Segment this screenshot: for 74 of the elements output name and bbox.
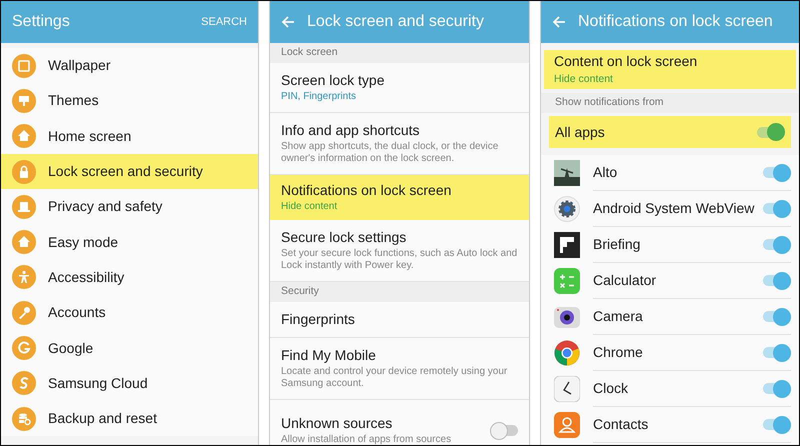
item-title: Secure lock settings bbox=[281, 229, 408, 246]
settings-item[interactable]: Accessibility bbox=[1, 260, 258, 296]
settings-item[interactable]: Samsung Cloud bbox=[1, 366, 258, 401]
letter-s-icon bbox=[12, 371, 36, 396]
item-title: Info and app shortcuts bbox=[281, 122, 421, 139]
person-icon bbox=[12, 265, 36, 290]
app-name: Alto bbox=[593, 163, 618, 182]
app-name: Calculator bbox=[593, 271, 656, 290]
home-icon bbox=[12, 124, 36, 148]
settings-item[interactable]: Easy mode bbox=[1, 224, 258, 260]
app-name: Contacts bbox=[593, 415, 648, 434]
database-icon bbox=[12, 406, 36, 431]
settings-item[interactable]: Screen lock type PIN, Fingerprints bbox=[270, 63, 529, 113]
settings-item[interactable]: Accounts bbox=[1, 295, 258, 330]
item-summary: Set your secure lock functions, such as Auto lock and Lock instantly with Power key. bbox=[281, 248, 518, 272]
app-name: Camera bbox=[593, 307, 643, 326]
flag-icon bbox=[554, 232, 580, 258]
section-header: Show notifications from bbox=[541, 93, 799, 113]
item-title: Unknown sources bbox=[281, 415, 394, 432]
chrome-icon bbox=[554, 340, 580, 366]
key-icon bbox=[12, 300, 36, 325]
calculator-icon bbox=[554, 268, 580, 294]
toggle-switch[interactable] bbox=[763, 236, 791, 254]
toggle-switch[interactable] bbox=[763, 272, 791, 290]
section-header: Lock screen bbox=[270, 43, 529, 63]
settings-item[interactable]: Privacy and safety bbox=[1, 189, 258, 224]
toggle-switch[interactable] bbox=[763, 164, 791, 182]
screen-title: Settings bbox=[12, 12, 70, 32]
settings-item[interactable]: Content on lock screen Hide content bbox=[544, 50, 796, 89]
settings-item[interactable]: Themes bbox=[1, 83, 258, 119]
item-summary: Hide content bbox=[281, 201, 338, 213]
settings-item[interactable]: Backup and reset bbox=[1, 400, 258, 436]
screen-title: Lock screen and security bbox=[307, 12, 484, 32]
item-title: Find My Mobile bbox=[281, 347, 377, 364]
item-summary: Hide content bbox=[554, 72, 614, 88]
all-apps-row[interactable]: All apps bbox=[549, 116, 791, 148]
item-title: Screen lock type bbox=[281, 72, 386, 89]
contact-icon bbox=[554, 412, 580, 438]
back-arrow-icon[interactable] bbox=[552, 15, 566, 29]
settings-item[interactable]: Find My Mobile Locate and control your device remotely using your Samsung account. bbox=[270, 338, 529, 400]
screen-title: Notifications on lock screen bbox=[578, 12, 773, 32]
item-summary: Allow installation of apps from sources bbox=[281, 434, 452, 445]
settings-item[interactable]: Notifications on lock screen Hide content bbox=[270, 175, 529, 220]
letter-g-icon bbox=[12, 336, 36, 360]
camera-icon bbox=[554, 304, 580, 330]
gear-icon bbox=[554, 196, 580, 222]
item-title: Fingerprints bbox=[281, 311, 356, 328]
toggle-switch[interactable] bbox=[757, 123, 785, 141]
settings-item[interactable]: Unknown sources Allow installation of apps from sources bbox=[270, 400, 529, 445]
settings-item[interactable]: Google bbox=[1, 330, 258, 366]
app-name: Android System WebView bbox=[593, 199, 754, 218]
settings-item[interactable]: Lock screen and security bbox=[1, 154, 258, 190]
section-header: Security bbox=[270, 282, 529, 302]
toggle-switch[interactable] bbox=[763, 380, 791, 398]
item-summary: Show app shortcuts, the dual clock, or the device owner's information on the lock screen. bbox=[281, 141, 500, 165]
toggle-switch[interactable] bbox=[763, 344, 791, 362]
home-icon bbox=[12, 230, 36, 254]
toggle-switch[interactable] bbox=[490, 422, 518, 440]
item-title: Content on lock screen bbox=[554, 52, 698, 72]
back-arrow-icon[interactable] bbox=[281, 15, 295, 29]
item-title: All apps bbox=[555, 122, 605, 142]
item-summary: Locate and control your device remotely using your Samsung account. bbox=[281, 366, 508, 390]
app-name: Clock bbox=[593, 379, 628, 398]
toggle-switch[interactable] bbox=[763, 200, 791, 218]
app-name: Briefing bbox=[593, 235, 640, 254]
item-title: Notifications on lock screen bbox=[281, 182, 452, 199]
settings-item[interactable]: Wallpaper bbox=[1, 48, 258, 84]
settings-item[interactable]: Home screen bbox=[1, 118, 258, 154]
settings-item[interactable]: Fingerprints bbox=[270, 302, 529, 338]
toggle-switch[interactable] bbox=[763, 308, 791, 326]
app-name: Chrome bbox=[593, 343, 643, 362]
toggle-switch[interactable] bbox=[763, 416, 791, 434]
padlock-icon bbox=[12, 160, 36, 184]
item-summary: PIN, Fingerprints bbox=[281, 91, 358, 103]
